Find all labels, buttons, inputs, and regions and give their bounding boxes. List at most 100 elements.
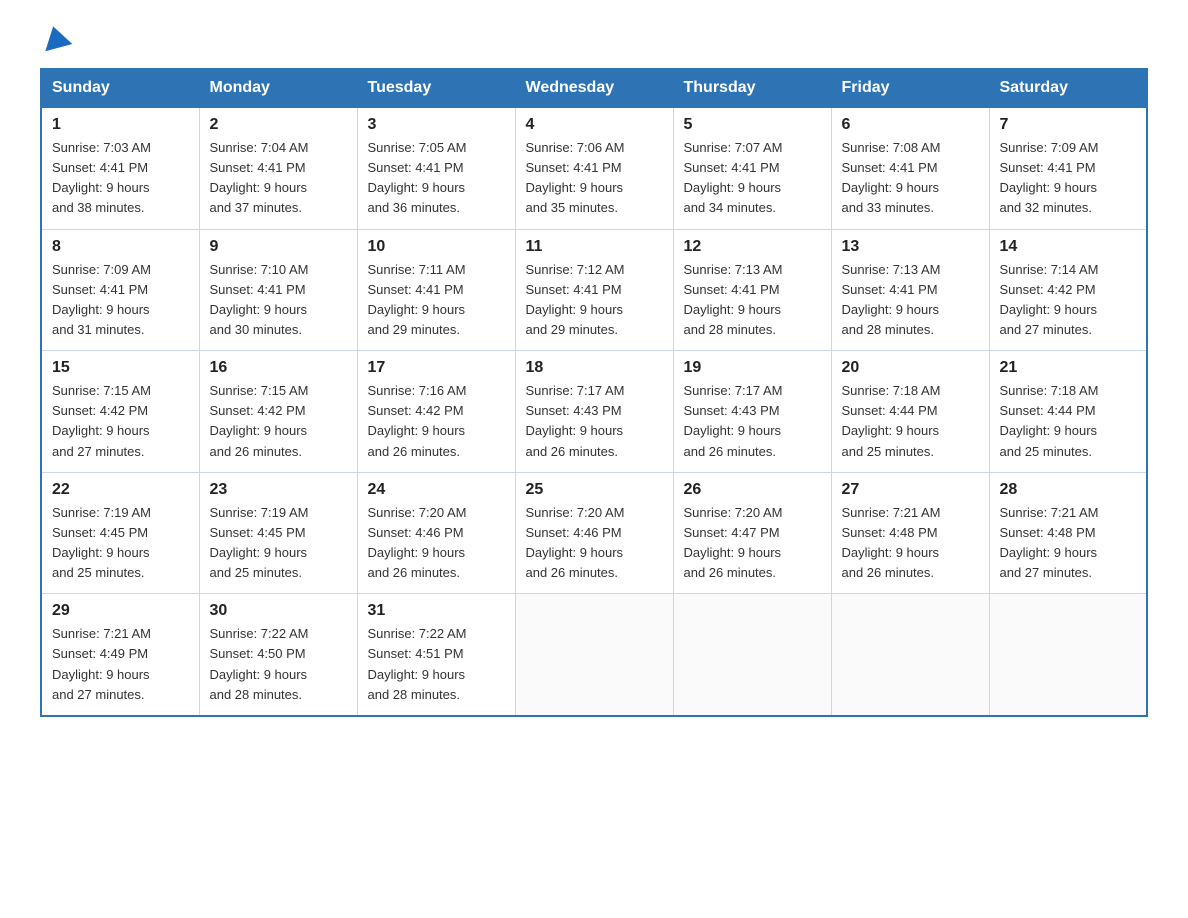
calendar-cell: 13 Sunrise: 7:13 AMSunset: 4:41 PMDaylig… <box>831 229 989 351</box>
day-info: Sunrise: 7:18 AMSunset: 4:44 PMDaylight:… <box>842 381 979 462</box>
calendar-cell: 6 Sunrise: 7:08 AMSunset: 4:41 PMDayligh… <box>831 108 989 230</box>
day-info: Sunrise: 7:18 AMSunset: 4:44 PMDaylight:… <box>1000 381 1137 462</box>
day-info: Sunrise: 7:05 AMSunset: 4:41 PMDaylight:… <box>368 138 505 219</box>
calendar-cell: 5 Sunrise: 7:07 AMSunset: 4:41 PMDayligh… <box>673 108 831 230</box>
day-number: 19 <box>684 359 821 377</box>
calendar-week-row: 1 Sunrise: 7:03 AMSunset: 4:41 PMDayligh… <box>41 108 1147 230</box>
day-info: Sunrise: 7:14 AMSunset: 4:42 PMDaylight:… <box>1000 260 1137 341</box>
day-info: Sunrise: 7:13 AMSunset: 4:41 PMDaylight:… <box>842 260 979 341</box>
calendar-cell: 19 Sunrise: 7:17 AMSunset: 4:43 PMDaylig… <box>673 351 831 473</box>
day-info: Sunrise: 7:20 AMSunset: 4:46 PMDaylight:… <box>368 503 505 584</box>
day-info: Sunrise: 7:16 AMSunset: 4:42 PMDaylight:… <box>368 381 505 462</box>
day-info: Sunrise: 7:07 AMSunset: 4:41 PMDaylight:… <box>684 138 821 219</box>
day-number: 24 <box>368 481 505 499</box>
day-info: Sunrise: 7:15 AMSunset: 4:42 PMDaylight:… <box>210 381 347 462</box>
calendar-week-row: 29 Sunrise: 7:21 AMSunset: 4:49 PMDaylig… <box>41 594 1147 716</box>
logo <box>40 30 70 48</box>
day-info: Sunrise: 7:21 AMSunset: 4:49 PMDaylight:… <box>52 624 189 705</box>
day-number: 5 <box>684 116 821 134</box>
day-number: 10 <box>368 238 505 256</box>
day-number: 14 <box>1000 238 1137 256</box>
calendar-week-row: 8 Sunrise: 7:09 AMSunset: 4:41 PMDayligh… <box>41 229 1147 351</box>
day-info: Sunrise: 7:03 AMSunset: 4:41 PMDaylight:… <box>52 138 189 219</box>
weekday-header-sunday: Sunday <box>41 69 199 108</box>
weekday-header-monday: Monday <box>199 69 357 108</box>
day-number: 3 <box>368 116 505 134</box>
calendar-cell: 8 Sunrise: 7:09 AMSunset: 4:41 PMDayligh… <box>41 229 199 351</box>
calendar-week-row: 22 Sunrise: 7:19 AMSunset: 4:45 PMDaylig… <box>41 472 1147 594</box>
calendar-cell: 25 Sunrise: 7:20 AMSunset: 4:46 PMDaylig… <box>515 472 673 594</box>
calendar-cell: 4 Sunrise: 7:06 AMSunset: 4:41 PMDayligh… <box>515 108 673 230</box>
weekday-header-wednesday: Wednesday <box>515 69 673 108</box>
weekday-header-row: SundayMondayTuesdayWednesdayThursdayFrid… <box>41 69 1147 108</box>
day-number: 27 <box>842 481 979 499</box>
calendar-cell: 1 Sunrise: 7:03 AMSunset: 4:41 PMDayligh… <box>41 108 199 230</box>
day-number: 7 <box>1000 116 1137 134</box>
calendar-header: SundayMondayTuesdayWednesdayThursdayFrid… <box>41 69 1147 108</box>
day-number: 20 <box>842 359 979 377</box>
day-number: 1 <box>52 116 189 134</box>
calendar-cell <box>515 594 673 716</box>
calendar-cell: 11 Sunrise: 7:12 AMSunset: 4:41 PMDaylig… <box>515 229 673 351</box>
calendar-cell: 3 Sunrise: 7:05 AMSunset: 4:41 PMDayligh… <box>357 108 515 230</box>
day-number: 28 <box>1000 481 1137 499</box>
day-info: Sunrise: 7:04 AMSunset: 4:41 PMDaylight:… <box>210 138 347 219</box>
day-number: 17 <box>368 359 505 377</box>
day-number: 2 <box>210 116 347 134</box>
day-info: Sunrise: 7:19 AMSunset: 4:45 PMDaylight:… <box>52 503 189 584</box>
weekday-header-saturday: Saturday <box>989 69 1147 108</box>
calendar-cell <box>831 594 989 716</box>
calendar-cell: 15 Sunrise: 7:15 AMSunset: 4:42 PMDaylig… <box>41 351 199 473</box>
calendar-cell: 22 Sunrise: 7:19 AMSunset: 4:45 PMDaylig… <box>41 472 199 594</box>
weekday-header-tuesday: Tuesday <box>357 69 515 108</box>
day-info: Sunrise: 7:13 AMSunset: 4:41 PMDaylight:… <box>684 260 821 341</box>
day-info: Sunrise: 7:08 AMSunset: 4:41 PMDaylight:… <box>842 138 979 219</box>
calendar-cell: 28 Sunrise: 7:21 AMSunset: 4:48 PMDaylig… <box>989 472 1147 594</box>
calendar-cell: 17 Sunrise: 7:16 AMSunset: 4:42 PMDaylig… <box>357 351 515 473</box>
calendar-cell: 27 Sunrise: 7:21 AMSunset: 4:48 PMDaylig… <box>831 472 989 594</box>
day-number: 11 <box>526 238 663 256</box>
day-info: Sunrise: 7:19 AMSunset: 4:45 PMDaylight:… <box>210 503 347 584</box>
day-number: 9 <box>210 238 347 256</box>
day-number: 29 <box>52 602 189 620</box>
day-info: Sunrise: 7:11 AMSunset: 4:41 PMDaylight:… <box>368 260 505 341</box>
calendar-cell: 9 Sunrise: 7:10 AMSunset: 4:41 PMDayligh… <box>199 229 357 351</box>
calendar-table: SundayMondayTuesdayWednesdayThursdayFrid… <box>40 68 1148 717</box>
day-info: Sunrise: 7:10 AMSunset: 4:41 PMDaylight:… <box>210 260 347 341</box>
day-number: 15 <box>52 359 189 377</box>
day-info: Sunrise: 7:17 AMSunset: 4:43 PMDaylight:… <box>684 381 821 462</box>
day-info: Sunrise: 7:21 AMSunset: 4:48 PMDaylight:… <box>1000 503 1137 584</box>
day-number: 26 <box>684 481 821 499</box>
day-info: Sunrise: 7:09 AMSunset: 4:41 PMDaylight:… <box>52 260 189 341</box>
day-info: Sunrise: 7:09 AMSunset: 4:41 PMDaylight:… <box>1000 138 1137 219</box>
calendar-cell: 2 Sunrise: 7:04 AMSunset: 4:41 PMDayligh… <box>199 108 357 230</box>
calendar-cell: 23 Sunrise: 7:19 AMSunset: 4:45 PMDaylig… <box>199 472 357 594</box>
day-number: 30 <box>210 602 347 620</box>
calendar-cell: 7 Sunrise: 7:09 AMSunset: 4:41 PMDayligh… <box>989 108 1147 230</box>
calendar-cell: 20 Sunrise: 7:18 AMSunset: 4:44 PMDaylig… <box>831 351 989 473</box>
day-number: 8 <box>52 238 189 256</box>
calendar-cell: 24 Sunrise: 7:20 AMSunset: 4:46 PMDaylig… <box>357 472 515 594</box>
day-info: Sunrise: 7:20 AMSunset: 4:47 PMDaylight:… <box>684 503 821 584</box>
calendar-cell: 12 Sunrise: 7:13 AMSunset: 4:41 PMDaylig… <box>673 229 831 351</box>
calendar-cell: 30 Sunrise: 7:22 AMSunset: 4:50 PMDaylig… <box>199 594 357 716</box>
weekday-header-friday: Friday <box>831 69 989 108</box>
day-number: 31 <box>368 602 505 620</box>
day-info: Sunrise: 7:22 AMSunset: 4:51 PMDaylight:… <box>368 624 505 705</box>
day-number: 16 <box>210 359 347 377</box>
calendar-cell: 10 Sunrise: 7:11 AMSunset: 4:41 PMDaylig… <box>357 229 515 351</box>
day-number: 25 <box>526 481 663 499</box>
calendar-cell: 21 Sunrise: 7:18 AMSunset: 4:44 PMDaylig… <box>989 351 1147 473</box>
logo-triangle-icon <box>40 23 73 51</box>
day-info: Sunrise: 7:22 AMSunset: 4:50 PMDaylight:… <box>210 624 347 705</box>
calendar-cell: 14 Sunrise: 7:14 AMSunset: 4:42 PMDaylig… <box>989 229 1147 351</box>
weekday-header-thursday: Thursday <box>673 69 831 108</box>
day-info: Sunrise: 7:06 AMSunset: 4:41 PMDaylight:… <box>526 138 663 219</box>
calendar-cell: 18 Sunrise: 7:17 AMSunset: 4:43 PMDaylig… <box>515 351 673 473</box>
calendar-week-row: 15 Sunrise: 7:15 AMSunset: 4:42 PMDaylig… <box>41 351 1147 473</box>
day-number: 23 <box>210 481 347 499</box>
day-number: 21 <box>1000 359 1137 377</box>
page-header <box>40 30 1148 48</box>
calendar-cell: 31 Sunrise: 7:22 AMSunset: 4:51 PMDaylig… <box>357 594 515 716</box>
day-info: Sunrise: 7:17 AMSunset: 4:43 PMDaylight:… <box>526 381 663 462</box>
